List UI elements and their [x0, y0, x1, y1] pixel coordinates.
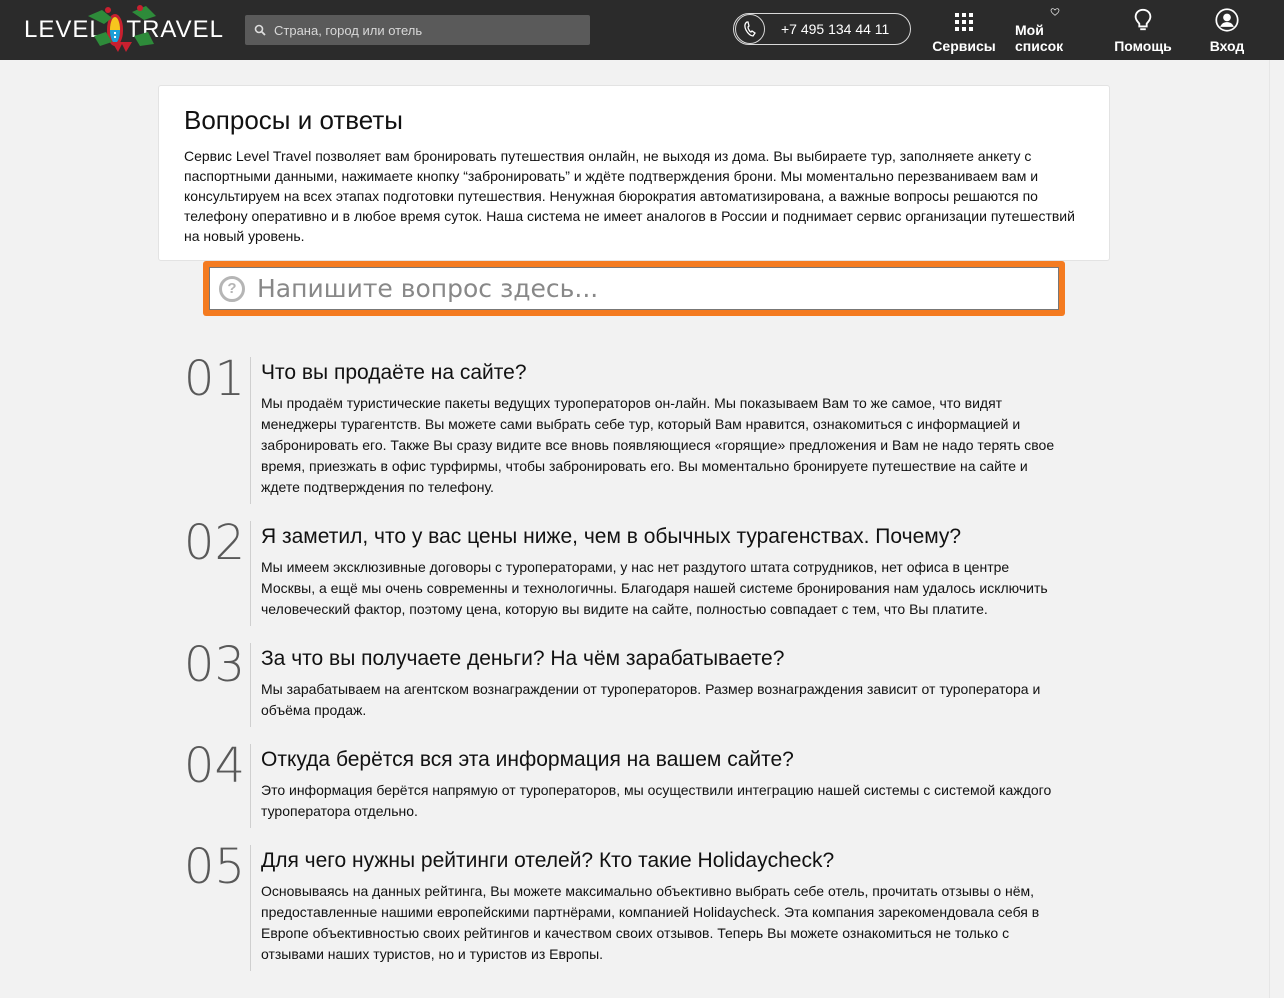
- user-icon: [1215, 8, 1239, 32]
- logo[interactable]: LEVEL TRAVEL: [24, 5, 224, 52]
- logo-sun-icon: [109, 17, 121, 43]
- grid-icon: [955, 13, 973, 31]
- heart-icon: [1050, 8, 1060, 16]
- search-icon: [254, 24, 266, 36]
- ask-question-field[interactable]: ?: [209, 267, 1059, 310]
- nav-help[interactable]: Помощь: [1114, 8, 1172, 54]
- faq-answer: Это информация берётся напрямую от туроп…: [261, 782, 1052, 819]
- faq-answer: Мы продаём туристические пакеты ведущих …: [261, 395, 1055, 495]
- search-input[interactable]: [272, 21, 576, 39]
- search-box[interactable]: [245, 15, 590, 45]
- phone-icon: [735, 14, 765, 44]
- faq-body: Я заметил, что у вас цены ниже, чем в об…: [250, 521, 1061, 626]
- faq-question[interactable]: За что вы получаете деньги? На чём зараб…: [261, 643, 1061, 673]
- faq-body: Что вы продаёте на сайте? Мы продаём тур…: [250, 357, 1061, 504]
- faq-number: 04: [183, 738, 245, 794]
- faq-body: Для чего нужны рейтинги отелей? Кто таки…: [250, 845, 1061, 971]
- page-scrollbar[interactable]: [1269, 60, 1284, 998]
- phone-button[interactable]: +7 495 134 44 11: [733, 13, 911, 45]
- phone-number: +7 495 134 44 11: [781, 21, 890, 37]
- intro-card: Вопросы и ответы Сервис Level Travel поз…: [158, 85, 1110, 261]
- faq-answer: Мы имеем эксклюзивные договоры с туропер…: [261, 559, 1048, 617]
- nav-help-label: Помощь: [1114, 38, 1172, 54]
- faq-answer: Мы зарабатываем на агентском вознагражде…: [261, 681, 1041, 718]
- faq-number: 01: [183, 351, 245, 407]
- faq-body: Откуда берётся вся эта информация на ваш…: [250, 744, 1061, 828]
- intro-text: Сервис Level Travel позволяет вам бронир…: [184, 148, 1075, 244]
- nav-services[interactable]: Сервисы: [932, 8, 996, 54]
- logo-text-right: TRAVEL: [126, 16, 224, 43]
- question-mark-icon: ?: [219, 275, 245, 302]
- faq-answer: Основываясь на данных рейтинга, Вы может…: [261, 883, 1040, 962]
- ask-question-box: ?: [203, 261, 1065, 316]
- faq-question[interactable]: Откуда берётся вся эта информация на ваш…: [261, 744, 1061, 774]
- faq-number: 02: [183, 515, 245, 571]
- ask-question-input[interactable]: [255, 273, 1039, 304]
- faq-question[interactable]: Я заметил, что у вас цены ниже, чем в об…: [261, 521, 1061, 551]
- nav-login-label: Вход: [1209, 38, 1245, 54]
- nav-my-list[interactable]: Мой список: [1015, 8, 1095, 54]
- faq-body: За что вы получаете деньги? На чём зараб…: [250, 643, 1061, 727]
- logo-text-left: LEVEL: [24, 16, 104, 43]
- page-title: Вопросы и ответы: [184, 105, 403, 135]
- faq-number: 05: [183, 839, 245, 895]
- faq-question[interactable]: Что вы продаёте на сайте?: [261, 357, 1061, 387]
- nav-login[interactable]: Вход: [1205, 8, 1249, 54]
- faq-number: 03: [183, 637, 245, 693]
- faq-question[interactable]: Для чего нужны рейтинги отелей? Кто таки…: [261, 845, 1061, 875]
- top-header: LEVEL TRAVEL +7 495 134 44 11: [0, 0, 1284, 60]
- lightbulb-icon: [1134, 8, 1152, 31]
- nav-services-label: Сервисы: [932, 38, 996, 54]
- nav-my-list-label: Мой список: [1015, 22, 1064, 54]
